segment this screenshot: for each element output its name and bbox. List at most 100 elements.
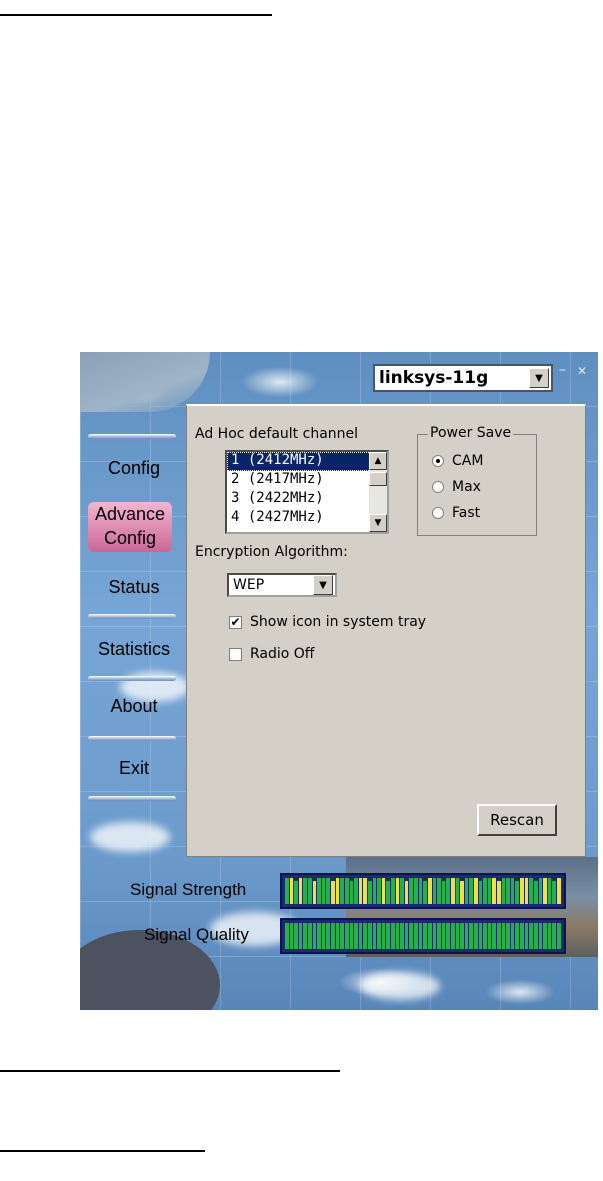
- meter-bar: [437, 878, 441, 904]
- nav-item-advance-config[interactable]: Advance Config: [88, 502, 172, 552]
- nav-item-status[interactable]: Status: [88, 575, 180, 599]
- meter-bar: [303, 923, 308, 949]
- meter-bar: [340, 878, 344, 904]
- list-item[interactable]: 2 (2417MHz): [227, 471, 387, 490]
- meter-bar: [381, 923, 386, 949]
- meter-bar: [427, 923, 432, 949]
- meter-bar: [386, 923, 391, 949]
- close-icon[interactable]: ✕: [577, 364, 587, 378]
- cloud-decoration: [360, 972, 440, 1000]
- meter-bar: [354, 878, 358, 904]
- nav-item-exit[interactable]: Exit: [88, 756, 180, 780]
- meter-bar: [395, 923, 400, 949]
- scroll-thumb[interactable]: [369, 472, 387, 486]
- radio-max[interactable]: Max: [432, 479, 481, 495]
- meter-bar: [354, 923, 358, 949]
- show-icon-label: Show icon in system tray: [250, 614, 427, 630]
- meter-bar: [460, 923, 464, 949]
- top-rule: [0, 14, 272, 16]
- meter-bar: [349, 881, 354, 904]
- meter-bar: [423, 923, 427, 949]
- meter-bar: [294, 923, 298, 949]
- radio-label: Max: [452, 479, 481, 495]
- meter-bar: [487, 878, 492, 904]
- bottom-rule: [0, 1150, 205, 1152]
- meter-bar: [543, 923, 547, 949]
- radio-button[interactable]: [432, 481, 444, 493]
- power-save-group: Power Save CAM Max Fast: [417, 425, 537, 536]
- encryption-dropdown[interactable]: WEP ▼: [227, 573, 337, 597]
- meter-bar: [298, 923, 303, 949]
- meter-bar: [367, 923, 372, 949]
- meter-bar: [400, 878, 404, 904]
- meter-bar: [377, 923, 381, 949]
- meter-bar: [506, 923, 510, 949]
- meter-bar: [432, 923, 437, 949]
- scroll-down-icon[interactable]: ▼: [369, 514, 387, 532]
- show-icon-option[interactable]: ✔ Show icon in system tray: [229, 614, 426, 630]
- meter-bar: [524, 878, 529, 904]
- meter-bar: [326, 878, 331, 904]
- meter-bar: [414, 878, 418, 904]
- meter-bar: [312, 881, 317, 904]
- adhoc-channel-list[interactable]: 1 (2412MHz) 2 (2417MHz) 3 (2422MHz) 4 (2…: [225, 450, 389, 534]
- meter-bar: [515, 881, 520, 904]
- meter-bar: [391, 878, 395, 904]
- meter-bar: [372, 878, 377, 904]
- meter-bar: [501, 878, 506, 904]
- ssid-value: linksys-11g: [379, 368, 489, 388]
- meter-bar: [289, 923, 294, 949]
- meter-bar: [363, 878, 367, 904]
- meter-bar: [381, 878, 386, 904]
- list-item[interactable]: 4 (2427MHz): [227, 509, 387, 528]
- meter-bar: [423, 881, 427, 904]
- radio-label: CAM: [452, 453, 484, 469]
- radio-off-label: Radio Off: [250, 646, 315, 662]
- list-item[interactable]: 1 (2412MHz): [227, 452, 387, 471]
- scroll-up-icon[interactable]: ▲: [369, 452, 387, 470]
- meter-bar: [409, 878, 414, 904]
- meter-bar: [335, 878, 340, 904]
- meter-bar: [556, 923, 561, 949]
- meter-bar: [321, 923, 326, 949]
- chevron-down-icon[interactable]: ▼: [529, 368, 549, 388]
- radio-button[interactable]: [432, 455, 444, 467]
- nav-item-about[interactable]: About: [88, 694, 180, 718]
- signal-strength-meter: [280, 873, 566, 909]
- radio-label: Fast: [452, 505, 481, 521]
- meter-bar: [538, 878, 543, 904]
- meter-bar: [455, 878, 460, 904]
- minimize-icon[interactable]: –: [559, 362, 566, 378]
- list-scrollbar[interactable]: ▲ ▼: [369, 452, 387, 532]
- utility-window: linksys-11g ▼ – ✕ Config Advance Config …: [80, 352, 598, 1010]
- meter-bar: [289, 878, 294, 904]
- radio-off-option[interactable]: Radio Off: [229, 646, 314, 662]
- meter-bar: [538, 923, 543, 949]
- ssid-dropdown[interactable]: linksys-11g ▼: [373, 364, 553, 392]
- checkbox-unchecked[interactable]: [229, 647, 242, 661]
- nav-item-statistics[interactable]: Statistics: [88, 637, 180, 661]
- nav-item-config[interactable]: Config: [88, 456, 180, 480]
- meter-bar: [464, 878, 469, 904]
- meter-bar: [510, 923, 515, 949]
- list-item[interactable]: 3 (2422MHz): [227, 490, 387, 509]
- meter-bar: [506, 878, 510, 904]
- meter-bar: [432, 878, 437, 904]
- rescan-button[interactable]: Rescan: [477, 804, 557, 836]
- meter-bar: [469, 923, 473, 949]
- meter-bar: [492, 878, 497, 904]
- checkbox-checked[interactable]: ✔: [229, 615, 242, 629]
- meter-bar: [543, 878, 547, 904]
- meter-bar: [478, 923, 483, 949]
- chevron-down-icon[interactable]: ▼: [313, 575, 333, 595]
- meter-bar: [441, 881, 446, 904]
- encryption-label: Encryption Algorithm:: [195, 544, 348, 560]
- meter-bar: [552, 923, 556, 949]
- radio-button[interactable]: [432, 507, 444, 519]
- meter-bar: [533, 881, 538, 904]
- radio-cam[interactable]: CAM: [432, 453, 483, 469]
- meter-bar: [450, 878, 455, 904]
- radio-fast[interactable]: Fast: [432, 505, 480, 521]
- meter-bar: [317, 878, 321, 904]
- meter-bar: [446, 923, 450, 949]
